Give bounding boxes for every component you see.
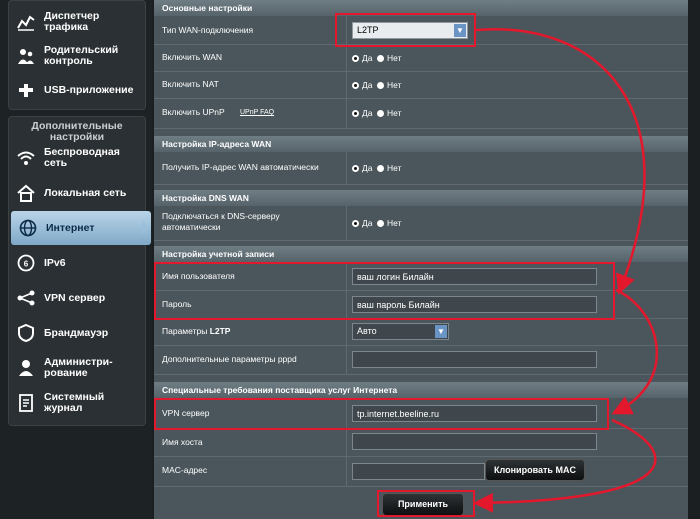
annotation-arrows xyxy=(473,28,658,513)
